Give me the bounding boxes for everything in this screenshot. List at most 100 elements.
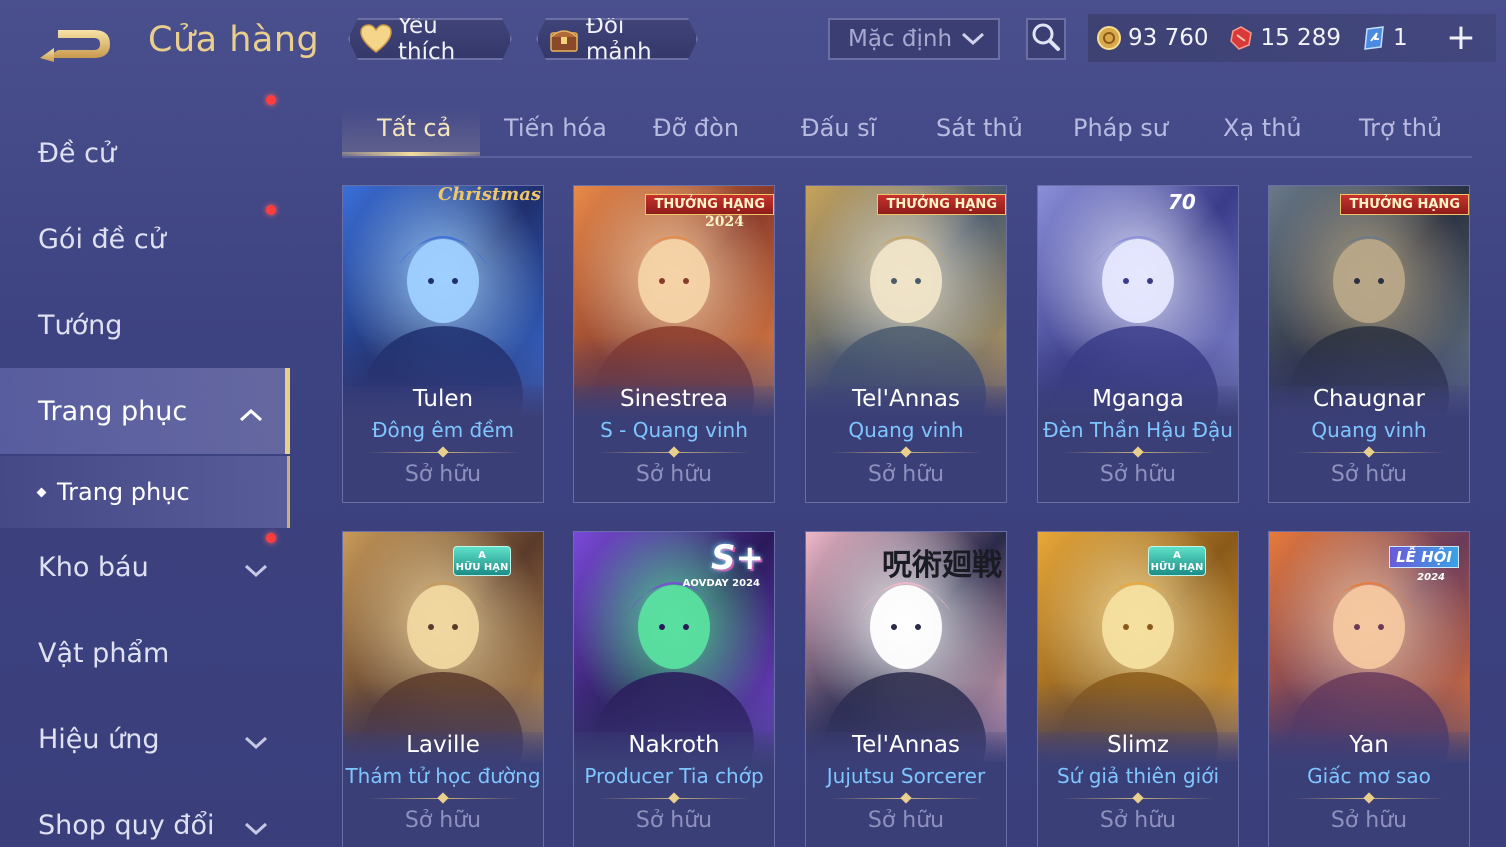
event-badge: Christmas [438, 185, 542, 205]
skin-name: S - Quang vinh [600, 418, 748, 442]
chevron-down-icon [244, 814, 268, 845]
fragment-label: Đổi mảnh [586, 13, 652, 65]
hero-name: Nakroth [628, 732, 720, 758]
sidebar-item-exchange-shop[interactable]: Shop quy đổi [0, 782, 290, 847]
limited-badge: A HỮU HẠN [1148, 546, 1206, 576]
sidebar-item-effects[interactable]: Hiệu ứng [0, 696, 290, 782]
skin-name: Thám tử học đường [345, 764, 541, 788]
hero-name: Chaugnar [1312, 386, 1426, 412]
hero-name: Mganga [1092, 386, 1184, 412]
skin-name: Quang vinh [848, 418, 964, 442]
rank-reward-badge: THƯỞNG HẠNG [1340, 194, 1469, 215]
ownership-status: Sở hữu [635, 462, 713, 487]
sidebar-item-treasure[interactable]: Kho báu [0, 524, 290, 610]
ticket-balance: 1 [1361, 25, 1408, 51]
ticket-value: 1 [1392, 25, 1408, 51]
festival-badge: LỄ HỘI [1389, 546, 1459, 568]
skin-card[interactable]: A HỮU HẠN Slimz Sứ giả thiên giới Sở hữu [1037, 531, 1239, 847]
festival-badge-year: 2024 [1417, 572, 1445, 583]
ownership-status: Sở hữu [1099, 462, 1177, 487]
skin-card[interactable]: THƯỞNG HẠNG Tel'Annas Quang vinh Sở hữu [805, 185, 1007, 503]
back-arrow-icon[interactable] [36, 22, 116, 66]
blue-ticket-icon [1361, 25, 1387, 51]
skin-name: Producer Tia chớp [584, 764, 764, 788]
limited-badge: A HỮU HẠN [453, 546, 511, 576]
gold-balance: 93 760 [1096, 25, 1208, 51]
tier-letter: A [1173, 550, 1181, 561]
skin-name: Jujutsu Sorcerer [826, 764, 986, 788]
sidebar-item-items[interactable]: Vật phẩm [0, 610, 290, 696]
tab-tank[interactable]: Đỡ đòn [653, 114, 739, 142]
ownership-status: Sở hữu [867, 462, 945, 487]
skin-name: Sứ giả thiên giới [1056, 764, 1220, 788]
skin-card[interactable]: S+ AOVDAY 2024 Nakroth Producer Tia chớp … [573, 531, 775, 847]
tab-assassin[interactable]: Sát thủ [936, 114, 1023, 142]
plus-icon: + [1445, 17, 1476, 58]
search-icon [1031, 22, 1061, 56]
tab-fighter[interactable]: Đấu sĩ [801, 114, 876, 142]
sidebar-item-heroes[interactable]: Tướng [0, 282, 290, 368]
ownership-status: Sở hữu [404, 462, 482, 487]
favorite-button[interactable]: Yêu thích [348, 18, 512, 60]
chevron-down-icon [244, 728, 268, 759]
sidebar-subitem-skins[interactable]: Trang phục [0, 456, 290, 528]
hero-name: Laville [406, 732, 480, 758]
top-bar: Cửa hàng Yêu thích Đổi mảnh Mặc định 93 … [0, 0, 1506, 80]
skin-name: Giấc mơ sao [1307, 764, 1431, 788]
chevron-down-icon [244, 556, 268, 587]
skin-card[interactable]: 70 Mganga Đèn Thần Hậu Đậu Sở hữu [1037, 185, 1239, 503]
skin-card[interactable]: THƯỞNG HẠNG 2024 Sinestrea S - Quang vinh… [573, 185, 775, 503]
tab-all[interactable]: Tất cả [377, 114, 451, 142]
sidebar-item-skins[interactable]: Trang phục [0, 368, 290, 454]
hero-name: Tel'Annas [852, 386, 960, 412]
search-button[interactable] [1026, 18, 1066, 60]
favorite-label: Yêu thích [398, 13, 456, 65]
rank-reward-badge: THƯỞNG HẠNG [645, 194, 774, 215]
hero-name: Tulen [412, 386, 474, 412]
tier-sub: HỮU HẠN [455, 562, 509, 573]
sidebar-item-label: Hiệu ứng [38, 723, 160, 755]
heart-icon [360, 23, 392, 55]
voucher-value: 15 289 [1260, 25, 1341, 51]
sidebar-item-recommended-bundles[interactable]: Gói đề cử [0, 95, 290, 282]
skin-name: Đèn Thần Hậu Đậu [1043, 418, 1233, 442]
ownership-status: Sở hữu [1330, 808, 1408, 833]
skin-card[interactable]: Christmas Tulen Đông êm đềm Sở hữu [342, 185, 544, 503]
tab-evolution[interactable]: Tiến hóa [504, 114, 607, 142]
tab-support[interactable]: Trợ thủ [1359, 114, 1442, 142]
sidebar-item-label: Gói đề cử [38, 223, 166, 255]
tab-mage[interactable]: Pháp sư [1073, 114, 1168, 142]
gold-coin-icon [1096, 25, 1122, 51]
page-title: Cửa hàng [148, 20, 320, 60]
tier-sub: HỮU HẠN [1150, 562, 1204, 573]
sidebar-item-label: Tướng [38, 309, 123, 341]
skin-name: Đông êm đềm [371, 418, 515, 442]
skin-card[interactable]: A HỮU HẠN Laville Thám tử học đường Sở hữ… [342, 531, 544, 847]
add-currency-button[interactable]: + [1446, 20, 1476, 56]
tier-badge: S+ [711, 538, 764, 578]
level-badge: 70 [1168, 190, 1196, 214]
tab-marksman[interactable]: Xạ thủ [1223, 114, 1302, 142]
voucher-balance: 15 289 [1228, 25, 1341, 51]
ownership-status: Sở hữu [635, 808, 713, 833]
hero-name: Sinestrea [620, 386, 728, 412]
skin-card[interactable]: 呪術廻戦 Tel'Annas Jujutsu Sorcerer Sở hữu [805, 531, 1007, 847]
sidebar: Đề cử Gói đề cử Tướng Trang phục Trang p… [0, 95, 290, 847]
fragment-exchange-button[interactable]: Đổi mảnh [536, 18, 698, 60]
chevron-down-icon [960, 29, 986, 55]
collab-logo: 呪術廻戦 [882, 548, 1002, 583]
notification-dot [266, 533, 276, 543]
sort-dropdown[interactable]: Mặc định [828, 18, 1000, 60]
sidebar-item-recommended[interactable]: Đề cử [0, 110, 290, 196]
hero-name: Slimz [1107, 732, 1169, 758]
treasure-chest-icon [548, 23, 580, 55]
sidebar-item-label: Trang phục [38, 395, 188, 427]
skin-card[interactable]: THƯỞNG HẠNG Chaugnar Quang vinh Sở hữu [1268, 185, 1470, 503]
ownership-status: Sở hữu [404, 808, 482, 833]
badge-year: 2024 [705, 214, 744, 230]
skin-card[interactable]: LỄ HỘI 2024 Yan Giấc mơ sao Sở hữu [1268, 531, 1470, 847]
sidebar-item-label: Vật phẩm [38, 637, 170, 669]
bullet-icon [36, 487, 47, 497]
red-voucher-icon [1228, 25, 1254, 51]
hero-name: Yan [1349, 732, 1389, 758]
